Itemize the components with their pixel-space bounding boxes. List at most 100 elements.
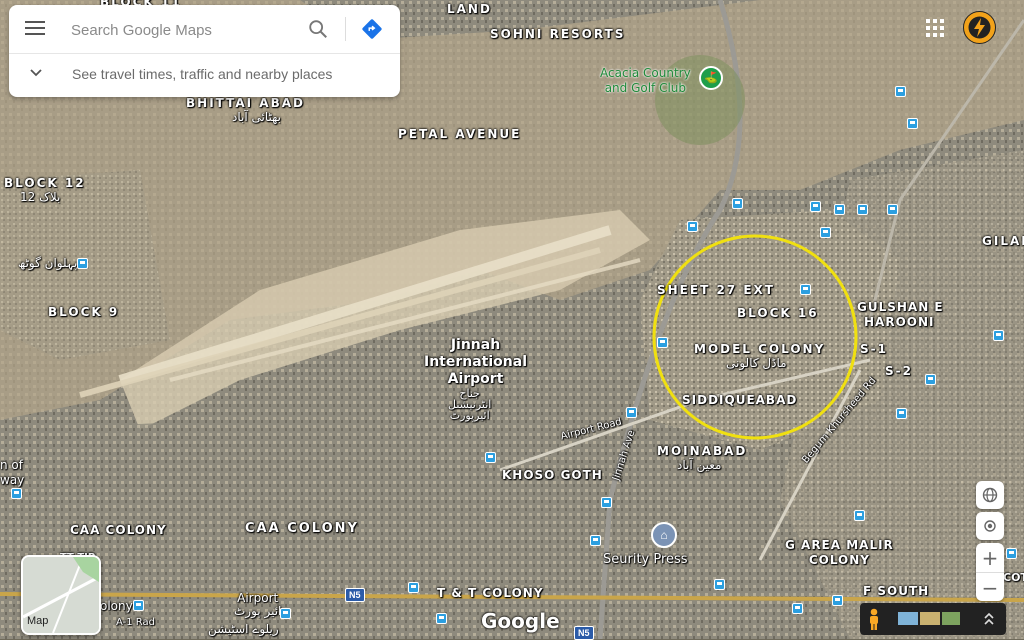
- transit-stop-icon[interactable]: [895, 86, 906, 97]
- transit-stop-icon[interactable]: [854, 510, 865, 521]
- map-label: MODEL COLONY ماڈل کالونی: [694, 342, 825, 370]
- zoom-in-button[interactable]: +: [976, 543, 1004, 572]
- search-input[interactable]: [69, 17, 303, 43]
- map-label-urdu: بھٹائی آباد: [232, 110, 281, 124]
- map-type-toggle[interactable]: Map: [21, 555, 101, 635]
- transit-stop-icon[interactable]: [590, 535, 601, 546]
- transit-stop-icon[interactable]: [857, 204, 868, 215]
- airport-name: Airport: [447, 371, 504, 387]
- layer-thumb[interactable]: [942, 612, 960, 625]
- transit-stop-icon[interactable]: [714, 579, 725, 590]
- travel-times-row[interactable]: See travel times, traffic and nearby pla…: [9, 54, 400, 97]
- map-type-label: Map: [27, 615, 49, 627]
- transit-stop-icon[interactable]: [436, 613, 447, 624]
- map-label: SIDDIQUEABAD: [682, 393, 798, 407]
- map-label: COT: [1003, 571, 1024, 584]
- map-label-text: MOINABAD: [657, 444, 748, 458]
- search-row: [9, 5, 400, 54]
- map-label: S-2: [885, 364, 913, 378]
- transit-stop-icon[interactable]: [133, 600, 144, 611]
- map-label: T & T COLONY: [437, 586, 544, 600]
- map-label-text: HAROONI: [864, 315, 935, 329]
- transit-stop-icon[interactable]: [810, 201, 821, 212]
- transit-stop-icon[interactable]: [887, 204, 898, 215]
- highway-shield: N5: [574, 626, 594, 640]
- transit-stop-icon[interactable]: [834, 204, 845, 215]
- transit-stop-icon[interactable]: [907, 118, 918, 129]
- map-label-urdu: معین آباد: [677, 458, 722, 472]
- map-label[interactable]: Airport ائیر پورٹ: [234, 592, 281, 618]
- transit-stop-icon[interactable]: [1006, 548, 1017, 559]
- my-location-button[interactable]: [976, 512, 1004, 540]
- station-name: Airport: [237, 591, 279, 605]
- search-panel: See travel times, traffic and nearby pla…: [9, 5, 400, 97]
- map-label: BLOCK 16: [737, 306, 819, 320]
- transit-stop-icon[interactable]: [896, 408, 907, 419]
- transit-stop-icon[interactable]: [11, 488, 22, 499]
- map-label: S-1: [860, 342, 888, 356]
- transit-stop-icon[interactable]: [280, 608, 291, 619]
- map-label-text: GULSHAN E: [857, 300, 944, 314]
- map-label-text: BHITTAI ABAD: [186, 96, 305, 110]
- map-label-text: BLOCK 12: [4, 176, 86, 190]
- map-label: MOINABAD معین آباد: [657, 444, 747, 472]
- apps-grid-icon[interactable]: [925, 18, 945, 38]
- transit-stop-icon[interactable]: [832, 595, 843, 606]
- travel-times-text: See travel times, traffic and nearby pla…: [72, 66, 333, 82]
- transit-stop-icon[interactable]: [657, 337, 668, 348]
- layer-thumb[interactable]: [898, 612, 918, 625]
- transit-stop-icon[interactable]: [408, 582, 419, 593]
- globe-icon: [982, 487, 998, 503]
- golf-pin-icon[interactable]: ⛳: [699, 66, 723, 90]
- map-label: ریلوے اسٹیشن: [208, 622, 279, 636]
- transit-stop-icon[interactable]: [687, 221, 698, 232]
- menu-icon[interactable]: [25, 21, 45, 37]
- airport-label[interactable]: Jinnah International Airport: [424, 337, 527, 388]
- airport-name: International: [424, 354, 528, 370]
- chevron-up-icon[interactable]: [982, 610, 996, 628]
- map-label: G AREA MALIR COLONY: [785, 538, 894, 568]
- chevron-down-icon: [30, 69, 42, 77]
- map-label: GULSHAN E HAROONI: [857, 300, 944, 330]
- transit-stop-icon[interactable]: [925, 374, 936, 385]
- layers-bar: [860, 603, 1006, 635]
- account-avatar[interactable]: [963, 11, 996, 44]
- map-label: olony: [100, 599, 133, 613]
- my-location-icon: [984, 520, 996, 532]
- map-label: SHEET 27 EXT: [657, 283, 775, 297]
- place-name: and Golf Club: [604, 81, 687, 95]
- map-label-text: n of: [0, 458, 23, 472]
- divider: [345, 17, 346, 41]
- map-label: SOHNI RESORTS: [490, 27, 626, 41]
- pegman-icon[interactable]: [866, 608, 882, 630]
- map-label: F SOUTH: [863, 584, 930, 598]
- place-label[interactable]: Seurity Press: [603, 552, 688, 567]
- map-label: GILAN: [982, 234, 1024, 248]
- transit-stop-icon[interactable]: [77, 258, 88, 269]
- search-icon[interactable]: [307, 18, 329, 40]
- transit-stop-icon[interactable]: [626, 407, 637, 418]
- transit-stop-icon[interactable]: [601, 497, 612, 508]
- transit-stop-icon[interactable]: [820, 227, 831, 238]
- transit-stop-icon[interactable]: [792, 603, 803, 614]
- globe-button[interactable]: [976, 481, 1004, 509]
- road-label: A-1 Rad: [116, 617, 155, 628]
- lightning-icon: [968, 16, 991, 39]
- map-label: PETAL AVENUE: [398, 127, 522, 141]
- place-label[interactable]: Acacia Country and Golf Club: [600, 66, 691, 96]
- transit-stop-icon[interactable]: [993, 330, 1004, 341]
- highway-shield: N5: [345, 588, 365, 602]
- transit-stop-icon[interactable]: [800, 284, 811, 295]
- map-label: KHOSO GOTH: [502, 468, 603, 482]
- transit-stop-icon[interactable]: [485, 452, 496, 463]
- zoom-out-button[interactable]: −: [976, 572, 1004, 602]
- landmark-pin-icon[interactable]: ⌂: [651, 522, 677, 548]
- map-label: LAND: [447, 2, 492, 16]
- transit-stop-icon[interactable]: [732, 198, 743, 209]
- map-label: CAA COLONY: [70, 523, 167, 537]
- place-name: Acacia Country: [600, 66, 691, 80]
- layer-thumb[interactable]: [920, 612, 940, 625]
- google-logo: Google: [481, 609, 560, 633]
- directions-icon[interactable]: [361, 18, 383, 40]
- map-label: n of way: [0, 458, 24, 488]
